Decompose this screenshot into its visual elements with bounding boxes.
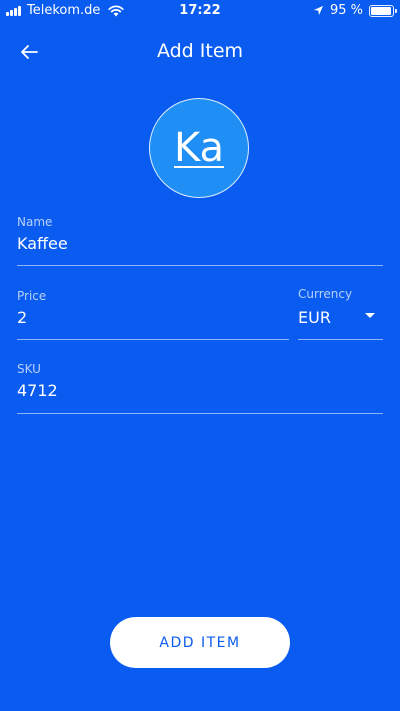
currency-value: EUR: [298, 308, 331, 327]
currency-dropdown[interactable]: Currency EUR: [298, 287, 383, 340]
avatar-initials: Ka: [173, 125, 225, 171]
location-icon: [313, 5, 324, 16]
dropdown-arrow-icon: [365, 313, 375, 318]
name-input[interactable]: Kaffee: [17, 234, 68, 253]
sku-input[interactable]: 4712: [17, 381, 58, 400]
currency-label: Currency: [298, 287, 353, 301]
avatar[interactable]: Ka: [149, 98, 249, 198]
app-bar: Add Item: [0, 28, 400, 76]
status-right: 95 %: [313, 3, 397, 18]
status-bar: Telekom.de 17:22 95 %: [0, 0, 400, 22]
page-title: Add Item: [156, 40, 244, 62]
battery-fill: [371, 6, 391, 15]
battery-icon: [369, 4, 397, 17]
name-label: Name: [17, 215, 53, 229]
name-field[interactable]: Name Kaffee: [17, 215, 383, 266]
add-item-button[interactable]: ADD ITEM: [110, 617, 290, 668]
battery-percent: 95 %: [329, 3, 363, 18]
price-field[interactable]: Price 2: [17, 289, 289, 340]
sku-label: SKU: [17, 362, 41, 376]
price-label: Price: [17, 289, 47, 303]
price-input[interactable]: 2: [17, 308, 27, 327]
sku-field[interactable]: SKU 4712: [17, 362, 383, 414]
battery-nub: [395, 8, 397, 13]
